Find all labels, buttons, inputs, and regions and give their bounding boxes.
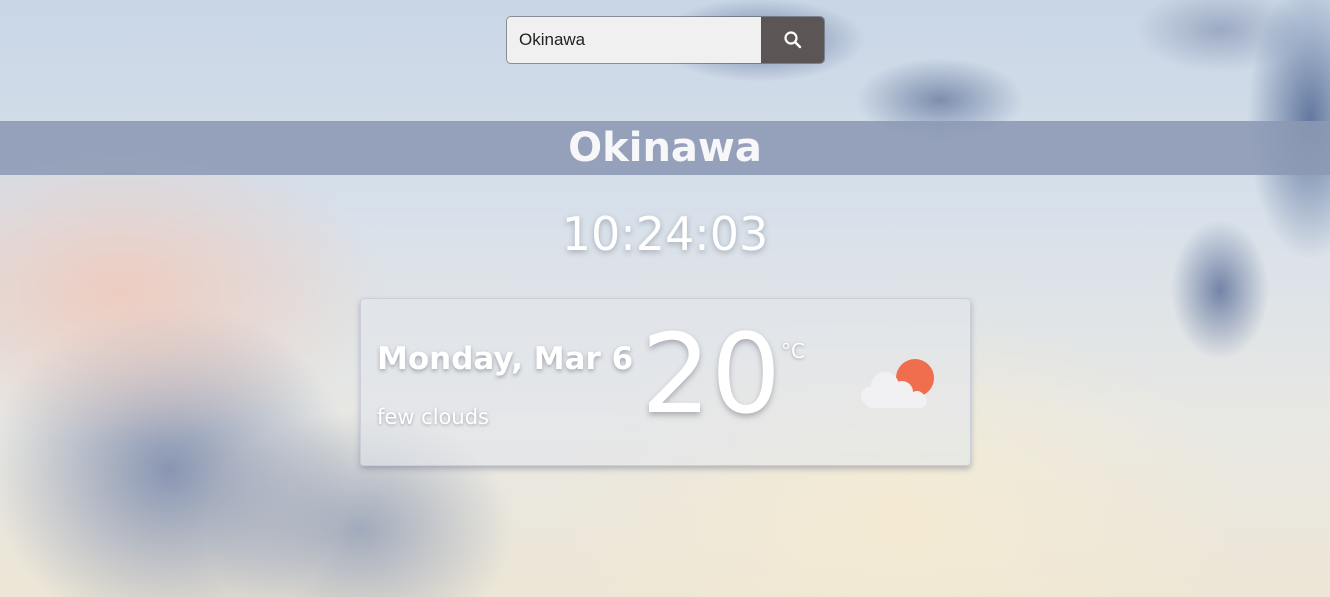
search-button[interactable] xyxy=(761,17,824,63)
temperature-unit: °C xyxy=(781,339,805,363)
temperature-value: 20 xyxy=(641,310,781,438)
weather-description: few clouds xyxy=(377,405,489,429)
search-icon xyxy=(783,31,801,49)
search-bar xyxy=(507,17,824,63)
city-banner: Okinawa xyxy=(0,121,1330,175)
weather-date: Monday, Mar 6 xyxy=(377,341,634,377)
weather-card: Monday, Mar 6 few clouds 20 °C xyxy=(360,298,971,466)
search-input[interactable] xyxy=(507,17,761,63)
city-name: Okinawa xyxy=(568,125,762,171)
clock-time: 10:24:03 xyxy=(561,207,769,261)
few-clouds-icon xyxy=(861,359,934,408)
